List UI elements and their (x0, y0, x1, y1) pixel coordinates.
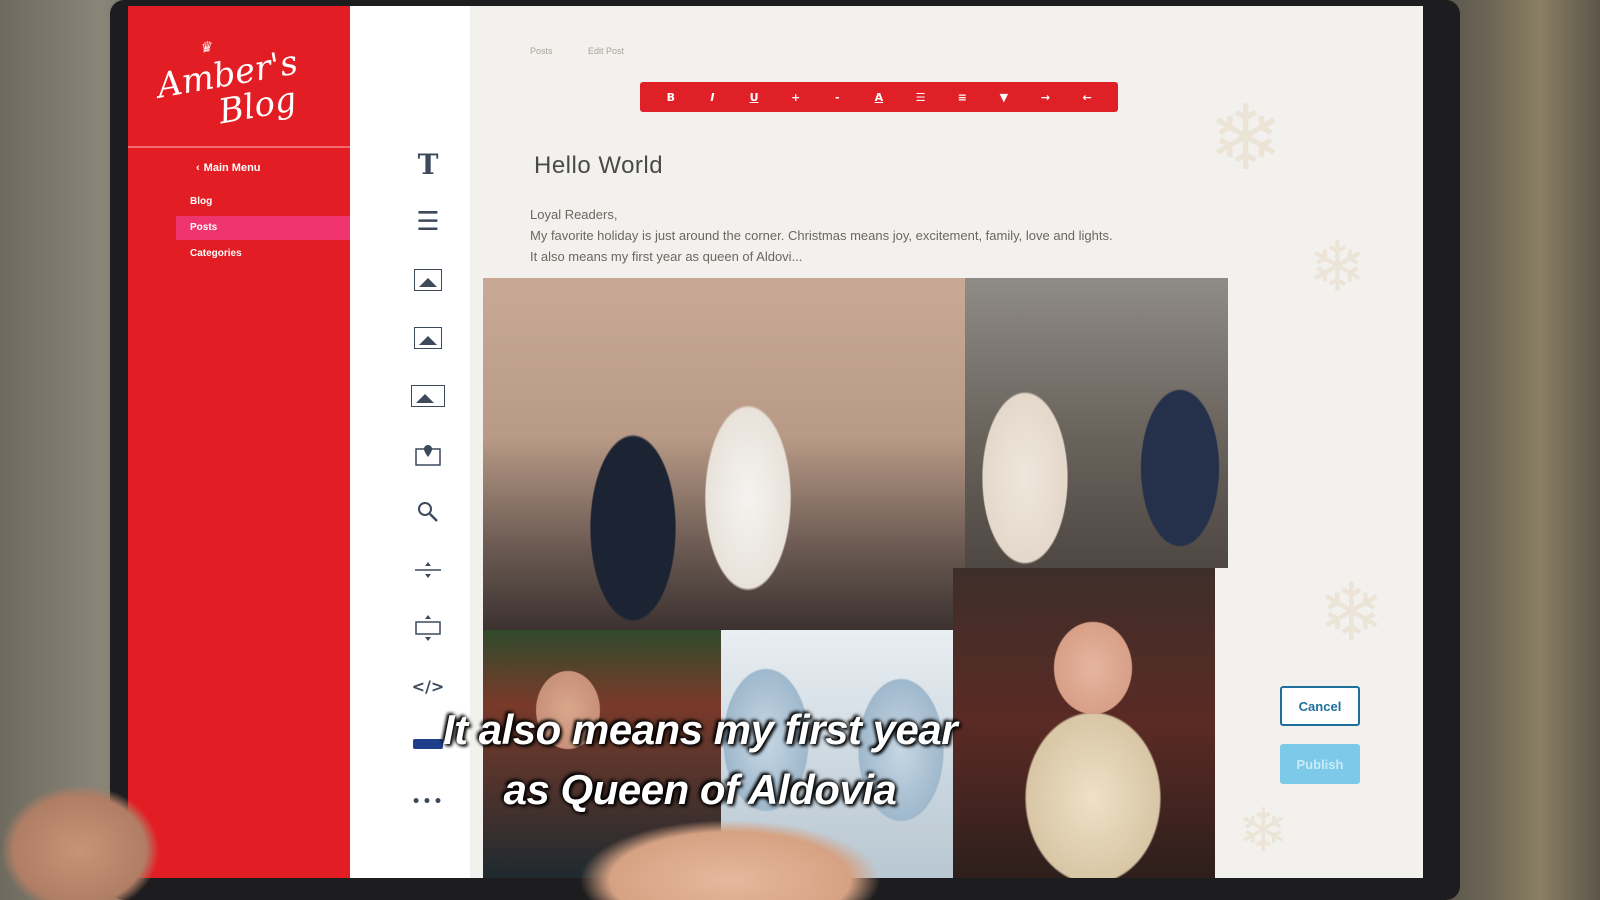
sidebar-item-label: Blog (190, 196, 213, 207)
sidebar-divider (128, 146, 350, 148)
post-body-editor[interactable]: Loyal Readers, My favorite holiday is ju… (530, 204, 1220, 267)
gallery-icon (411, 385, 445, 407)
back-link-label: Main Menu (203, 162, 261, 174)
bold-button[interactable]: B (657, 91, 685, 104)
underline-button[interactable]: U (740, 91, 768, 104)
hand-left (0, 740, 190, 900)
map-pin-icon (415, 445, 441, 466)
formatting-toolbar: B I U + - A ☰ ≡ ▼ → ← (640, 82, 1118, 112)
sidebar-item-categories[interactable]: Categories (190, 248, 242, 259)
text-icon: T (417, 147, 439, 181)
image-icon (414, 269, 442, 291)
paragraph-tool-button[interactable]: ☰ (398, 204, 458, 240)
post-title[interactable]: Hello World (534, 152, 663, 180)
post-line-2: It also means my first year as queen of … (530, 249, 803, 264)
add-spacer-button[interactable] (398, 610, 458, 646)
paragraph-icon: ☰ (416, 207, 440, 237)
add-divider-button[interactable] (398, 552, 458, 588)
spacer-icon (415, 615, 441, 641)
wedding-photo (483, 278, 965, 630)
code-icon: </> (411, 676, 445, 696)
snowflake-decoration: ❄ (1208, 86, 1284, 191)
main-menu-back-link[interactable]: ‹ Main Menu (196, 162, 261, 174)
sidebar-item-label: Categories (190, 248, 242, 259)
align-button[interactable]: ≡ (948, 91, 976, 104)
search-icon (418, 502, 438, 522)
image-icon (414, 327, 442, 349)
publish-button[interactable]: Publish (1280, 744, 1360, 784)
post-greeting: Loyal Readers, (530, 207, 618, 222)
subtitle-line-1: It also means my first year (442, 706, 958, 753)
add-image-inline-button[interactable] (398, 320, 458, 356)
search-tool-button[interactable] (398, 494, 458, 530)
add-image-button[interactable] (398, 262, 458, 298)
italic-button[interactable]: I (698, 91, 726, 104)
html-code-button[interactable]: </> (398, 668, 458, 704)
font-color-button[interactable]: A (865, 91, 893, 104)
crown-icon: ♛ (198, 38, 214, 57)
decrease-font-button[interactable]: - (823, 91, 851, 104)
sidebar-item-blog[interactable]: Blog (190, 196, 212, 207)
hand-right (520, 790, 940, 900)
indent-button[interactable]: → (1031, 91, 1059, 104)
breadcrumb-edit-post[interactable]: Edit Post (588, 46, 624, 56)
snowflake-decoration: ❄ (1308, 226, 1367, 308)
divider-icon (415, 562, 441, 578)
church-ceremony-photo (965, 278, 1228, 568)
snowflake-decoration: ❄ (1238, 796, 1289, 866)
add-location-button[interactable] (398, 436, 458, 472)
text-tool-button[interactable]: T (398, 146, 458, 182)
add-gallery-button[interactable] (398, 378, 458, 414)
amber-blog-logo: ♛ Amber's Blog (139, 8, 346, 154)
snowflake-decoration: ❄ (1318, 566, 1386, 659)
cancel-button[interactable]: Cancel (1280, 686, 1360, 726)
post-line-1: My favorite holiday is just around the c… (530, 228, 1113, 243)
dropdown-button[interactable]: ▼ (990, 91, 1018, 104)
outdent-button[interactable]: ← (1073, 91, 1101, 104)
sidebar-item-label: Posts (190, 222, 218, 233)
increase-font-button[interactable]: + (782, 91, 810, 104)
list-button[interactable]: ☰ (907, 91, 935, 104)
chevron-left-icon: ‹ (196, 162, 200, 174)
breadcrumb-posts[interactable]: Posts (530, 46, 553, 56)
sidebar-item-posts[interactable]: Posts (176, 216, 350, 240)
